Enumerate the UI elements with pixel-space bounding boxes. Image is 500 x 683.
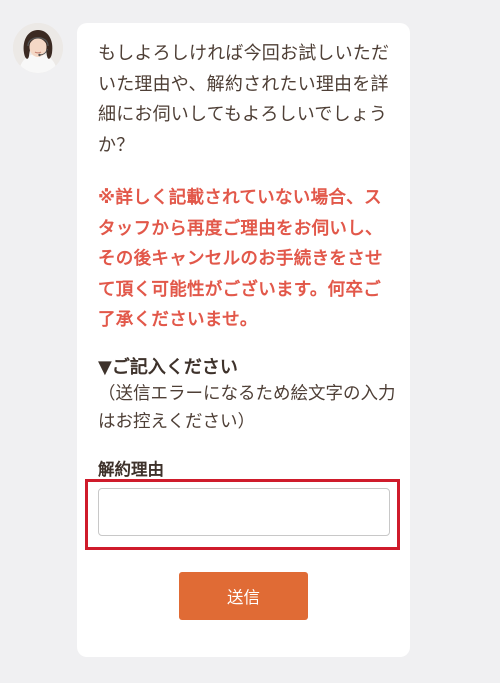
chat-message-card: もしよろしければ今回お試しいただいた理由や、解約されたい理由を詳細にお伺いしても…	[77, 23, 410, 657]
submit-button[interactable]: 送信	[179, 572, 308, 620]
operator-avatar	[13, 23, 63, 73]
emoji-notice: （送信エラーになるため絵文字の入力はお控えください）	[98, 384, 396, 432]
cancel-reason-label: 解約理由	[98, 460, 164, 479]
warning-message: ※詳しく記載されていない場合、スタッフから再度ご理由をお伺いし、その後キャンセル…	[98, 188, 383, 330]
intro-message: もしよろしければ今回お試しいただいた理由や、解約されたい理由を詳細にお伺いしても…	[98, 43, 390, 156]
section-heading: ▼ご記入ください	[98, 357, 238, 378]
cancel-reason-input[interactable]	[98, 488, 390, 536]
operator-avatar-icon	[13, 23, 63, 73]
